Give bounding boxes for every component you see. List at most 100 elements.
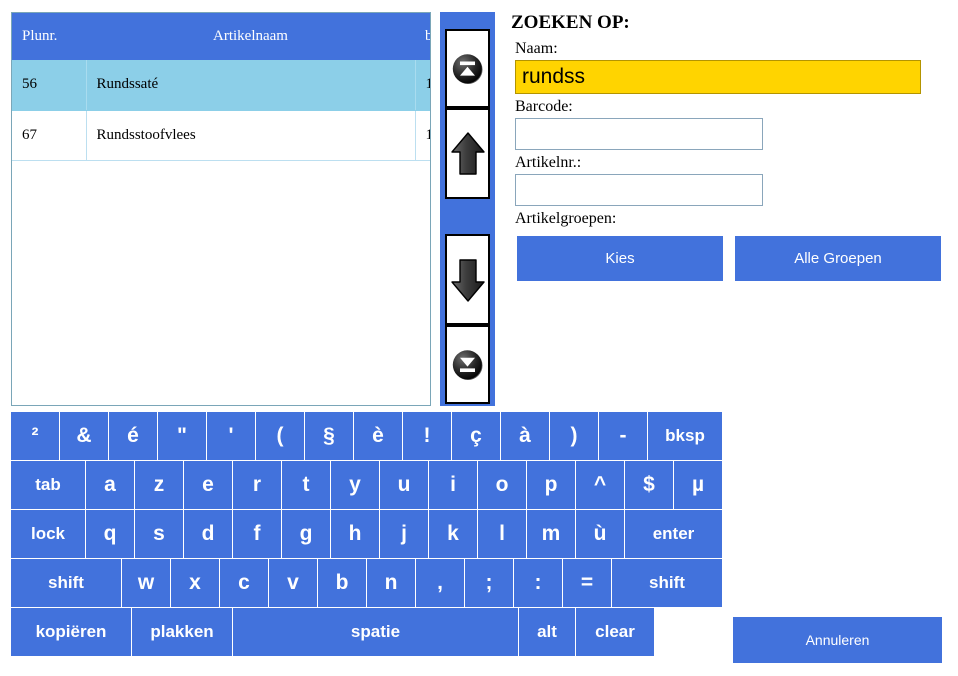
key-spatie[interactable]: spatie	[233, 608, 518, 656]
key-t[interactable]: t	[282, 461, 330, 509]
key-shift[interactable]: shift	[11, 559, 121, 607]
key-[interactable]: !	[403, 412, 451, 460]
keyboard-row-bottom: shift w x c v b n,;: = shift	[11, 559, 727, 607]
alle-groepen-button[interactable]: Alle Groepen	[735, 236, 941, 281]
key-[interactable]: "	[158, 412, 206, 460]
key-[interactable]: à	[501, 412, 549, 460]
naam-input[interactable]	[515, 60, 921, 94]
key-n[interactable]: n	[367, 559, 415, 607]
key-y[interactable]: y	[331, 461, 379, 509]
table-row[interactable]: 67Rundsstoofvlees1	[12, 110, 430, 161]
key-a[interactable]: a	[86, 461, 134, 509]
key-[interactable]: è	[354, 412, 402, 460]
kies-button[interactable]: Kies	[517, 236, 723, 281]
key-[interactable]: -	[599, 412, 647, 460]
key-[interactable]: :	[514, 559, 562, 607]
cancel-button[interactable]: Annuleren	[733, 617, 942, 663]
scroll-down-button[interactable]	[445, 234, 490, 325]
cell-artikelnaam: Rundsstoofvlees	[86, 110, 416, 161]
scroll-to-top-button[interactable]	[445, 29, 490, 108]
artikelnr-input[interactable]	[515, 174, 763, 206]
key-alt[interactable]: alt	[519, 608, 575, 656]
key-clear[interactable]: clear	[576, 608, 654, 656]
key-[interactable]: ,	[416, 559, 464, 607]
scroll-to-top-icon	[452, 53, 482, 84]
key-f[interactable]: f	[233, 510, 281, 558]
empty-cell	[12, 160, 86, 161]
key-[interactable]: $	[625, 461, 673, 509]
search-results-panel: Plunr. Artikelnaam b 56Rundssaté167Runds…	[11, 12, 431, 406]
key-b[interactable]: b	[318, 559, 366, 607]
search-form-panel: ZOEKEN OP: Naam: Barcode: Artikelnr.: Ar…	[511, 12, 946, 312]
key-l[interactable]: l	[478, 510, 526, 558]
scroll-to-bottom-button[interactable]	[445, 325, 490, 404]
key-enter[interactable]: enter	[625, 510, 722, 558]
key-i[interactable]: i	[429, 461, 477, 509]
key-[interactable]: é	[109, 412, 157, 460]
key-m[interactable]: m	[527, 510, 575, 558]
barcode-label: Barcode:	[515, 98, 573, 115]
results-table-header: Plunr. Artikelnaam b	[12, 13, 430, 60]
key-[interactable]: &	[60, 412, 108, 460]
key-[interactable]: ^	[576, 461, 624, 509]
key-tab[interactable]: tab	[11, 461, 85, 509]
empty-cell	[86, 160, 415, 161]
key-x[interactable]: x	[171, 559, 219, 607]
cell-extra: 1	[415, 60, 430, 111]
key-plakken[interactable]: plakken	[132, 608, 232, 656]
key-r[interactable]: r	[233, 461, 281, 509]
key-u[interactable]: u	[380, 461, 428, 509]
key-[interactable]: )	[550, 412, 598, 460]
column-header-plunr[interactable]: Plunr.	[12, 13, 86, 60]
column-header-artikelnaam[interactable]: Artikelnaam	[86, 13, 415, 60]
key-[interactable]: ù	[576, 510, 624, 558]
key-[interactable]: §	[305, 412, 353, 460]
artikelgroepen-label: Artikelgroepen:	[515, 210, 617, 227]
search-panel-title: ZOEKEN OP:	[511, 12, 630, 33]
results-table: Plunr. Artikelnaam b 56Rundssaté167Runds…	[12, 13, 430, 161]
cell-extra: 1	[415, 110, 430, 161]
on-screen-keyboard: ² & é " '(§ è! ç à) - bksp tab a z e r t y u i o p ^ $ µ lock q…	[11, 412, 727, 657]
arrow-up-icon	[450, 131, 485, 175]
key-o[interactable]: o	[478, 461, 526, 509]
key-e[interactable]: e	[184, 461, 232, 509]
key-kopiren[interactable]: kopiëren	[11, 608, 131, 656]
key-h[interactable]: h	[331, 510, 379, 558]
key-v[interactable]: v	[269, 559, 317, 607]
key-[interactable]: ²	[11, 412, 59, 460]
key-j[interactable]: j	[380, 510, 428, 558]
key-lock[interactable]: lock	[11, 510, 85, 558]
table-header-row: Plunr. Artikelnaam b	[12, 13, 430, 60]
key-k[interactable]: k	[429, 510, 477, 558]
key-[interactable]: =	[563, 559, 611, 607]
artikelgroepen-buttons: Kies Alle Groepen	[517, 236, 946, 281]
column-header-extra[interactable]: b	[415, 13, 430, 60]
results-table-body: 56Rundssaté167Rundsstoofvlees1	[12, 60, 430, 161]
cell-plunr: 67	[12, 110, 87, 161]
key-g[interactable]: g	[282, 510, 330, 558]
key-bksp[interactable]: bksp	[648, 412, 722, 460]
key-[interactable]: ;	[465, 559, 513, 607]
key-shift[interactable]: shift	[612, 559, 722, 607]
cell-plunr: 56	[12, 60, 87, 111]
key-w[interactable]: w	[122, 559, 170, 607]
key-p[interactable]: p	[527, 461, 575, 509]
scroll-up-button[interactable]	[445, 108, 490, 199]
key-[interactable]: (	[256, 412, 304, 460]
cell-artikelnaam: Rundssaté	[86, 60, 416, 111]
key-[interactable]: '	[207, 412, 255, 460]
key-[interactable]: ç	[452, 412, 500, 460]
key-[interactable]: µ	[674, 461, 722, 509]
key-c[interactable]: c	[220, 559, 268, 607]
table-empty-area	[12, 160, 430, 161]
key-z[interactable]: z	[135, 461, 183, 509]
keyboard-row-home: lock q s d f g h j k l m ù enter	[11, 510, 727, 558]
barcode-input[interactable]	[515, 118, 763, 150]
keyboard-row-top: tab a z e r t y u i o p ^ $ µ	[11, 461, 727, 509]
key-s[interactable]: s	[135, 510, 183, 558]
key-q[interactable]: q	[86, 510, 134, 558]
table-row[interactable]: 56Rundssaté1	[12, 60, 430, 111]
keyboard-row-symbols: ² & é " '(§ è! ç à) - bksp	[11, 412, 727, 460]
key-d[interactable]: d	[184, 510, 232, 558]
keyboard-row-space: kopiëren plakken spatie alt clear	[11, 608, 727, 656]
